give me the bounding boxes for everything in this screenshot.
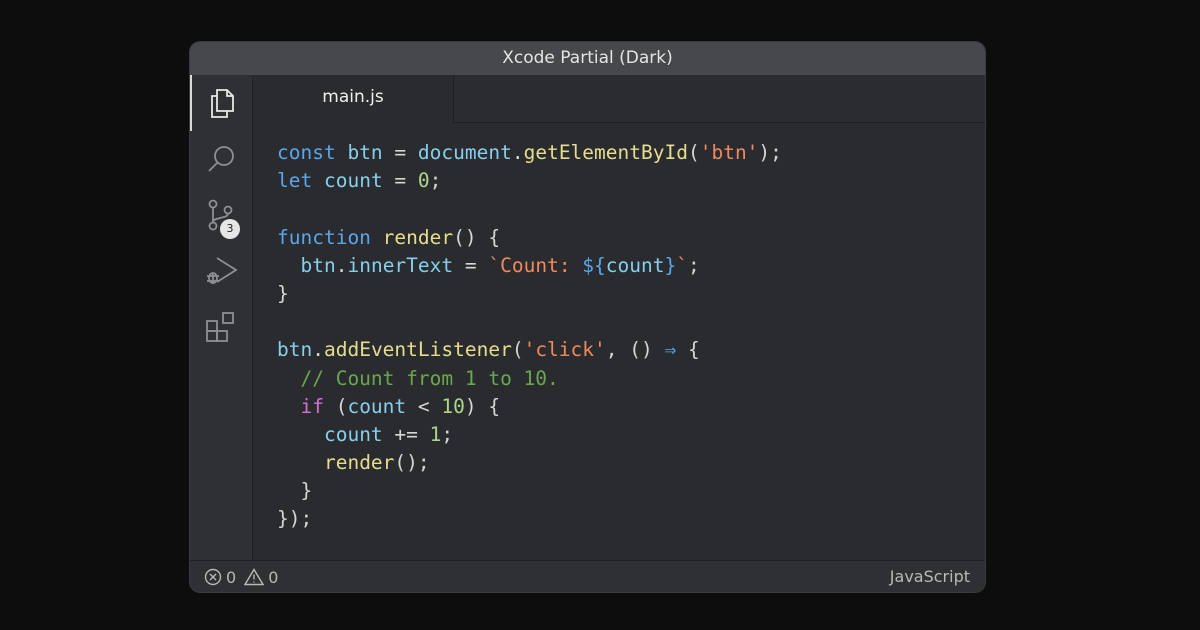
files-icon	[211, 89, 234, 118]
code-token: btn	[277, 338, 313, 362]
code-token: function	[277, 225, 371, 249]
code-token: count	[347, 394, 407, 418]
code-token: let	[277, 169, 313, 193]
code-token: `	[676, 253, 688, 277]
code-line[interactable]: let count = 0;	[277, 167, 782, 195]
code-token: render	[323, 451, 395, 475]
source-control-badge: 3	[220, 219, 240, 239]
code-line[interactable]: }	[277, 477, 782, 505]
code-token: );	[758, 141, 782, 164]
code-token: if	[300, 394, 324, 418]
status-bar: 0 0 JavaScript	[190, 560, 985, 592]
extensions-icon	[206, 312, 234, 342]
code-token: innerText	[347, 253, 454, 277]
code-token: getElementById	[523, 141, 688, 164]
code-token: 0	[417, 169, 430, 193]
code-token: });	[277, 507, 313, 531]
code-token: ${	[582, 253, 606, 277]
activity-source-control[interactable]: 3	[190, 187, 252, 243]
code-token: .	[335, 253, 348, 277]
code-token: 'btn'	[699, 141, 759, 164]
code-token: =	[382, 141, 418, 164]
warning-icon	[244, 568, 265, 586]
code-token: document	[417, 141, 512, 164]
code-token: ;	[687, 253, 700, 277]
code-token: .	[312, 338, 324, 362]
tab-strip: main.js	[253, 75, 985, 123]
code-token: 1	[429, 422, 442, 446]
activity-search[interactable]	[190, 131, 252, 187]
code-token: (	[511, 338, 524, 362]
code-token: ();	[394, 451, 430, 475]
code-token: btn	[347, 141, 383, 164]
code-token: // Count from 1 to 10.	[300, 366, 559, 390]
code-token: count	[323, 169, 383, 193]
code-line[interactable]: const btn = document.getElementById('btn…	[277, 139, 782, 167]
code-token: const	[277, 141, 336, 164]
code-token: <	[406, 394, 442, 418]
code-token: `Count:	[488, 253, 583, 277]
code-line[interactable]: ​	[277, 308, 782, 336]
code-token: }	[664, 253, 677, 277]
code-token: ⇒	[664, 338, 677, 362]
error-icon	[204, 568, 222, 586]
code-token: , ()	[605, 338, 665, 362]
code-token: .	[511, 141, 524, 164]
code-line[interactable]: }	[277, 280, 782, 308]
code-line[interactable]: });	[277, 505, 782, 533]
code-token: () {	[453, 225, 501, 249]
code-line[interactable]: count += 1;	[277, 421, 782, 449]
code-token: }	[277, 281, 289, 305]
code-line[interactable]: btn.innerText = `Count: ${count}`;	[277, 252, 782, 280]
code-token: }	[277, 479, 313, 503]
activity-run-debug[interactable]	[190, 243, 252, 299]
tab-main-js[interactable]: main.js	[253, 75, 454, 123]
code-content[interactable]: const btn = document.getElementById('btn…	[277, 139, 782, 534]
code-token: (	[323, 394, 348, 418]
code-token: render	[382, 225, 454, 249]
code-token: ) {	[464, 394, 501, 418]
code-line[interactable]: ​	[277, 195, 782, 223]
code-line[interactable]: if (count < 10) {	[277, 393, 782, 421]
code-token: count	[605, 253, 665, 277]
search-icon	[208, 146, 234, 172]
code-token: count	[323, 422, 383, 446]
code-token: 'click'	[523, 338, 606, 362]
error-count: 0	[226, 567, 237, 587]
code-line[interactable]: function render() {	[277, 224, 782, 252]
code-token: =	[453, 253, 489, 277]
code-line[interactable]: render();	[277, 449, 782, 477]
activity-extensions[interactable]	[190, 299, 252, 355]
window-title: Xcode Partial (Dark)	[190, 42, 985, 75]
editor-window: Xcode Partial (Dark) 3 main.js const btn…	[190, 42, 985, 592]
warning-count: 0	[268, 567, 279, 587]
activity-explorer[interactable]	[190, 75, 252, 131]
code-token: 10	[441, 394, 465, 418]
code-token: =	[382, 169, 418, 193]
code-token: ;	[441, 422, 454, 446]
code-line[interactable]: btn.addEventListener('click', () ⇒ {	[277, 336, 782, 364]
code-token: +=	[382, 422, 430, 446]
problems-indicator[interactable]: 0 0	[204, 561, 278, 592]
code-token: btn	[300, 253, 336, 277]
code-editor[interactable]: const btn = document.getElementById('btn…	[253, 123, 985, 560]
code-line[interactable]: // Count from 1 to 10.	[277, 365, 782, 393]
code-token: addEventListener	[323, 338, 512, 362]
activity-bar: 3	[190, 75, 253, 560]
code-token: {	[676, 338, 700, 362]
code-token: (	[687, 141, 700, 164]
run-debug-icon	[207, 257, 238, 284]
code-token: ;	[429, 169, 442, 193]
language-mode[interactable]: JavaScript	[890, 561, 970, 592]
